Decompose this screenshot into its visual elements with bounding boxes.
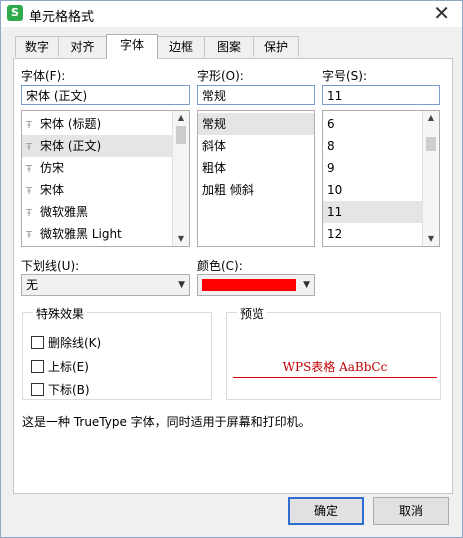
list-item[interactable]: 10 [323, 179, 424, 201]
truetype-icon: Ŧ [26, 142, 33, 153]
preview-legend: 预览 [237, 305, 268, 322]
list-item[interactable]: 11 [323, 201, 424, 223]
checkbox-box[interactable] [31, 336, 44, 349]
list-item[interactable]: 加粗 倾斜 [198, 179, 314, 201]
scroll-down-icon[interactable]: ▼ [423, 232, 439, 246]
list-item[interactable]: Ŧ 微软雅黑 Light [22, 223, 174, 245]
font-description: 这是一种 TrueType 字体，同时适用于屏幕和打印机。 [22, 415, 311, 429]
style-input[interactable]: 常规 [197, 85, 315, 105]
effects-group: 特殊效果 删除线(K) 上标(E) 下标(B) [22, 305, 212, 400]
size-list-scrollbar[interactable]: ▲ ▼ [422, 111, 439, 246]
preview-group: 预览 WPS表格 AaBbCc [226, 305, 441, 400]
tab-number[interactable]: 数字 [15, 36, 59, 57]
scroll-down-icon[interactable]: ▼ [173, 232, 189, 246]
format-cells-dialog: S 单元格格式 ✕ 数字 对齐 字体 边框 图案 保护 字体(F): 宋体 (正… [0, 0, 463, 538]
list-item[interactable]: 12 [323, 223, 424, 245]
effects-legend: 特殊效果 [33, 305, 88, 322]
font-list-scrollbar[interactable]: ▲ ▼ [172, 111, 189, 246]
truetype-icon: Ŧ [26, 230, 33, 241]
close-icon[interactable]: ✕ [433, 3, 450, 23]
checkbox-box[interactable] [31, 383, 44, 396]
ok-button[interactable]: 确定 [288, 497, 364, 525]
tab-pattern[interactable]: 图案 [204, 36, 254, 57]
font-input[interactable]: 宋体 (正文) [21, 85, 190, 105]
list-item[interactable]: 9 [323, 157, 424, 179]
scroll-up-icon[interactable]: ▲ [173, 111, 189, 125]
tab-border[interactable]: 边框 [157, 36, 205, 57]
list-item[interactable]: Ŧ 仿宋 [22, 157, 174, 179]
list-item[interactable]: Ŧ 宋体 (标题) [22, 113, 174, 135]
list-item[interactable]: 粗体 [198, 157, 314, 179]
scroll-thumb[interactable] [176, 126, 186, 144]
color-swatch [202, 279, 296, 291]
size-list[interactable]: 6 8 9 10 11 12 ▲ ▼ [322, 110, 440, 247]
tab-font[interactable]: 字体 [106, 34, 158, 59]
list-item[interactable]: 8 [323, 135, 424, 157]
chevron-down-icon: ▼ [303, 280, 310, 290]
list-item[interactable]: 6 [323, 113, 424, 135]
list-item[interactable]: Ŧ 宋体 [22, 179, 174, 201]
wps-spreadsheet-icon: S [7, 5, 23, 21]
list-item[interactable]: Ŧ 微软雅黑 [22, 201, 174, 223]
style-label: 字形(O): [197, 69, 244, 83]
scroll-thumb[interactable] [426, 137, 436, 151]
tab-protection[interactable]: 保护 [253, 36, 299, 57]
color-select[interactable]: ▼ [197, 274, 315, 296]
tab-alignment[interactable]: 对齐 [58, 36, 107, 57]
chevron-down-icon: ▼ [178, 280, 185, 290]
title-bar: S 单元格格式 ✕ [1, 1, 462, 27]
truetype-icon: Ŧ [26, 186, 33, 197]
font-label: 字体(F): [21, 69, 66, 83]
style-list[interactable]: 常规 斜体 粗体 加粗 倾斜 [197, 110, 315, 247]
dialog-title: 单元格格式 [29, 10, 95, 25]
cancel-button[interactable]: 取消 [373, 497, 449, 525]
underline-select[interactable]: 无 ▼ [21, 274, 190, 296]
font-tab-panel: 字体(F): 宋体 (正文) Ŧ 宋体 (标题) Ŧ 宋体 (正文) Ŧ 仿宋 Ŧ 宋体… [13, 58, 453, 494]
size-label: 字号(S): [322, 69, 368, 83]
truetype-icon: Ŧ [26, 208, 33, 219]
underline-label: 下划线(U): [21, 259, 80, 273]
preview-sample: WPS表格 AaBbCc [233, 357, 437, 378]
color-label: 颜色(C): [197, 259, 243, 273]
truetype-icon: Ŧ [26, 120, 33, 131]
list-item[interactable]: Ŧ 宋体 (正文) [22, 135, 174, 157]
list-item[interactable]: 常规 [198, 113, 314, 135]
scroll-up-icon[interactable]: ▲ [423, 111, 439, 125]
font-list[interactable]: Ŧ 宋体 (标题) Ŧ 宋体 (正文) Ŧ 仿宋 Ŧ 宋体 Ŧ 微软雅黑 Ŧ 微软雅黑 Li… [21, 110, 190, 247]
checkbox-box[interactable] [31, 360, 44, 373]
truetype-icon: Ŧ [26, 164, 33, 175]
size-input[interactable]: 11 [322, 85, 440, 105]
list-item[interactable]: 斜体 [198, 135, 314, 157]
